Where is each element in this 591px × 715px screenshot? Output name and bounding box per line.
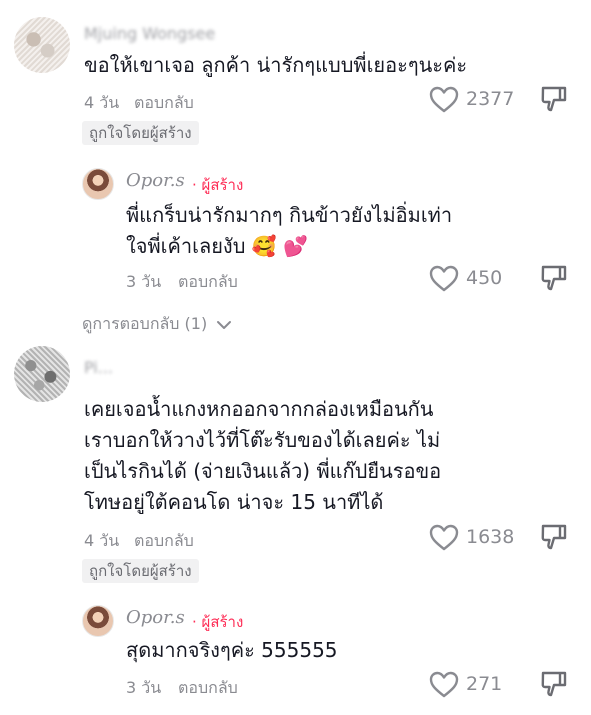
thumbs-down-outline-icon[interactable]	[540, 85, 568, 115]
like-count: 271	[466, 673, 503, 695]
comment-text-line: โทษอยู่ใต้คอนโด น่าจะ 15 นาทีได้	[84, 490, 384, 514]
view-replies-label: ดูการตอบกลับ (1)	[82, 314, 208, 333]
reply-button[interactable]: ตอบกลับ	[178, 676, 238, 701]
comment-text: เคยเจอน้ำแกงหกออกจากกล่องเหมือนกัน เราบอ…	[84, 394, 441, 518]
creator-avatar[interactable]	[82, 168, 114, 200]
thumbs-down-outline-icon[interactable]	[540, 670, 568, 700]
creator-avatar[interactable]	[82, 605, 114, 637]
like-count: 450	[466, 267, 503, 289]
reply-text: พี่แกร็บน่ารักมากๆ กินข้าวยังไม่อิ่มเท่า…	[126, 200, 452, 262]
heart-outline-icon[interactable]	[429, 86, 459, 114]
liked-by-creator-badge: ถูกใจโดยผู้สร้าง	[82, 559, 199, 583]
comment-text-line: เคยเจอน้ำแกงหกออกจากกล่องเหมือนกัน	[84, 397, 434, 421]
creator-tag: · ผู้สร้าง	[192, 176, 244, 194]
commenter-avatar[interactable]	[14, 17, 70, 73]
commenter-username[interactable]: Pi...	[84, 358, 113, 377]
reply-username[interactable]: Opor.s	[126, 170, 185, 191]
reply-username[interactable]: Opor.s	[126, 607, 185, 628]
reply-text-line-2: ใจพี่เค้าเลยงับ 🥰 💕	[126, 231, 452, 262]
reply-text-line: ใจพี่เค้าเลยงับ	[126, 234, 246, 258]
like-count: 2377	[466, 88, 515, 110]
chevron-down-icon	[217, 320, 232, 329]
thumbs-down-outline-icon[interactable]	[540, 264, 568, 294]
emoji-group: 🥰 💕	[251, 234, 308, 258]
comment-text: ขอให้เขาเจอ ลูกค้า น่ารักๆแบบพี่เยอะๆนะค…	[84, 50, 467, 81]
thumbs-down-outline-icon[interactable]	[540, 523, 568, 553]
commenter-username[interactable]: Mjuing Wongsee	[84, 24, 215, 43]
comment-timestamp: 4 วัน	[84, 93, 120, 112]
heart-outline-icon[interactable]	[429, 524, 459, 552]
liked-by-creator-badge: ถูกใจโดยผู้สร้าง	[82, 121, 199, 145]
like-count: 1638	[466, 526, 515, 548]
comment-text-line: เป็นไรกินได้ (จ่ายเงินแล้ว) พี่แก๊ปยืนรอ…	[84, 459, 442, 483]
reply-button[interactable]: ตอบกลับ	[178, 270, 238, 295]
comment-text-line: ขอให้เขาเจอ ลูกค้า น่ารักๆแบบพี่เยอะๆนะค…	[84, 53, 468, 77]
reply-text: สุดมากจริงๆค่ะ 555555	[126, 635, 338, 666]
reply-timestamp: 3 วัน	[126, 678, 162, 697]
comment-timestamp: 4 วัน	[84, 531, 120, 550]
reply-timestamp: 3 วัน	[126, 272, 162, 291]
heart-outline-icon[interactable]	[429, 671, 459, 699]
heart-outline-icon[interactable]	[429, 265, 459, 293]
reply-button[interactable]: ตอบกลับ	[134, 91, 194, 116]
reply-text-line: พี่แกร็บน่ารักมากๆ กินข้าวยังไม่อิ่มเท่า	[126, 203, 453, 227]
commenter-avatar[interactable]	[14, 346, 70, 402]
reply-text-line: สุดมากจริงๆค่ะ 555555	[126, 638, 338, 662]
view-replies-button[interactable]: ดูการตอบกลับ (1)	[82, 312, 232, 337]
comment-text-line: เราบอกให้วางไว้ที่โต๊ะรับของได้เลยค่ะ ไม…	[84, 428, 441, 452]
reply-button[interactable]: ตอบกลับ	[134, 529, 194, 554]
creator-tag: · ผู้สร้าง	[192, 613, 244, 631]
